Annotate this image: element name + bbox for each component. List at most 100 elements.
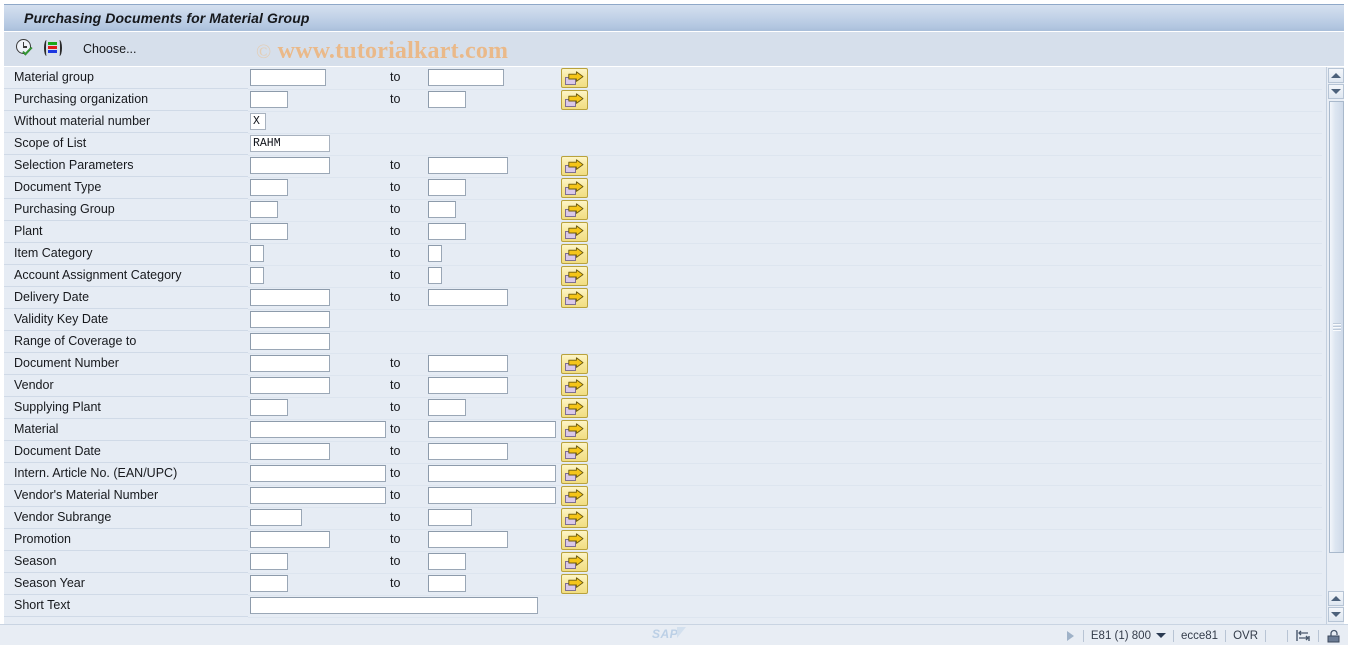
form-row: Delivery Date to <box>4 287 1322 310</box>
multiple-selection-button[interactable] <box>561 375 588 396</box>
multiple-selection-button[interactable] <box>561 221 588 242</box>
field-input-to[interactable] <box>428 200 456 218</box>
field-input-from[interactable] <box>250 464 386 482</box>
field-input-from[interactable] <box>250 552 288 570</box>
multiple-selection-button[interactable] <box>561 397 588 418</box>
multiple-selection-button[interactable] <box>561 155 588 176</box>
field-controls <box>248 133 1322 156</box>
field-input-to[interactable] <box>428 156 508 174</box>
field-input-from[interactable] <box>250 134 330 152</box>
field-input-to[interactable] <box>428 574 466 592</box>
field-input-from[interactable] <box>250 486 386 504</box>
form-row: Validity Key Date <box>4 309 1322 332</box>
field-input-to[interactable] <box>428 288 508 306</box>
multiple-selection-button[interactable] <box>561 243 588 264</box>
scroll-up-button-bottom[interactable] <box>1328 591 1344 606</box>
field-input-from[interactable] <box>250 178 288 196</box>
field-input-to[interactable] <box>428 442 508 460</box>
field-input-from[interactable] <box>250 310 330 328</box>
execute-clock-icon[interactable] <box>15 39 35 59</box>
field-controls: to <box>248 463 1322 486</box>
to-label: to <box>390 69 401 84</box>
field-input-from[interactable] <box>250 266 264 284</box>
scroll-down-button-bottom[interactable] <box>1328 607 1344 622</box>
field-input-from[interactable] <box>250 596 538 614</box>
multiple-selection-button[interactable] <box>561 199 588 220</box>
status-play-icon[interactable] <box>1066 630 1074 641</box>
field-input-from[interactable] <box>250 376 330 394</box>
field-input-to[interactable] <box>428 222 466 240</box>
status-insert-mode[interactable]: OVR <box>1233 630 1258 642</box>
multiple-selection-button[interactable] <box>561 551 588 572</box>
field-input-to[interactable] <box>428 90 466 108</box>
field-input-to[interactable] <box>428 486 556 504</box>
field-input-from[interactable] <box>250 398 288 416</box>
form-row: Selection Parameters to <box>4 155 1322 178</box>
multiple-selection-button[interactable] <box>561 419 588 440</box>
vertical-scrollbar-thumb[interactable] <box>1329 101 1344 553</box>
field-input-to[interactable] <box>428 398 466 416</box>
multiple-selection-button[interactable] <box>561 573 588 594</box>
field-input-from[interactable] <box>250 332 330 350</box>
field-input-from[interactable] <box>250 156 330 174</box>
field-input-to[interactable] <box>428 266 442 284</box>
multiple-selection-button[interactable] <box>561 485 588 506</box>
vertical-scrollbar[interactable] <box>1326 67 1344 624</box>
multiple-selection-button[interactable] <box>561 529 588 550</box>
multiple-selection-button[interactable] <box>561 177 588 198</box>
field-controls: to <box>248 177 1322 200</box>
session-lock-icon[interactable] <box>1326 629 1342 643</box>
form-row: Document Number to <box>4 353 1322 376</box>
field-input-to[interactable] <box>428 530 508 548</box>
multiple-selection-arrow-icon <box>568 488 584 500</box>
field-label: Without material number <box>4 111 248 133</box>
field-input-from[interactable] <box>250 222 288 240</box>
multiple-selection-button[interactable] <box>561 353 588 374</box>
multiple-selection-button[interactable] <box>561 463 588 484</box>
field-input-from[interactable] <box>250 420 386 438</box>
multiple-selection-button[interactable] <box>561 67 588 88</box>
field-input-from[interactable] <box>250 200 278 218</box>
choose-button[interactable]: Choose... <box>83 42 137 56</box>
data-transfer-icon[interactable] <box>1295 629 1311 643</box>
variant-selection-icon[interactable] <box>43 39 62 59</box>
form-row: Vendor Subrange to <box>4 507 1322 530</box>
field-input-to[interactable] <box>428 552 466 570</box>
field-input-from[interactable] <box>250 354 330 372</box>
scroll-up-button-top[interactable] <box>1328 68 1344 83</box>
field-input-to[interactable] <box>428 354 508 372</box>
field-controls: to <box>248 155 1322 178</box>
field-input-from[interactable] <box>250 68 326 86</box>
field-input-to[interactable] <box>428 178 466 196</box>
field-input-from[interactable] <box>250 530 330 548</box>
multiple-selection-button[interactable] <box>561 89 588 110</box>
field-input-from[interactable] <box>250 442 330 460</box>
field-input-from[interactable] <box>250 574 288 592</box>
field-label: Range of Coverage to <box>4 331 248 353</box>
multiple-selection-button[interactable] <box>561 507 588 528</box>
multiple-selection-arrow-icon <box>568 554 584 566</box>
multiple-selection-button[interactable] <box>561 441 588 462</box>
selection-form: Material group to Purchasing organization t… <box>4 67 1322 624</box>
chevron-down-icon[interactable] <box>1155 633 1166 638</box>
multiple-selection-arrow-icon <box>568 378 584 390</box>
field-input-from[interactable] <box>250 288 330 306</box>
field-input-to[interactable] <box>428 68 504 86</box>
field-input-to[interactable] <box>428 464 556 482</box>
scroll-down-button-top[interactable] <box>1328 84 1344 99</box>
multiple-selection-button[interactable] <box>561 265 588 286</box>
field-input-to[interactable] <box>428 508 472 526</box>
field-label: Selection Parameters <box>4 155 248 177</box>
field-input-from[interactable] <box>250 508 302 526</box>
field-input-from[interactable] <box>250 244 264 262</box>
form-row: Range of Coverage to <box>4 331 1322 354</box>
field-controls: to <box>248 397 1322 420</box>
field-input-to[interactable] <box>428 420 556 438</box>
multiple-selection-arrow-icon <box>568 466 584 478</box>
field-input-from[interactable] <box>250 90 288 108</box>
to-label: to <box>390 509 401 524</box>
field-input-to[interactable] <box>428 376 508 394</box>
field-input-to[interactable] <box>428 244 442 262</box>
field-input-from[interactable] <box>250 112 266 130</box>
multiple-selection-button[interactable] <box>561 287 588 308</box>
